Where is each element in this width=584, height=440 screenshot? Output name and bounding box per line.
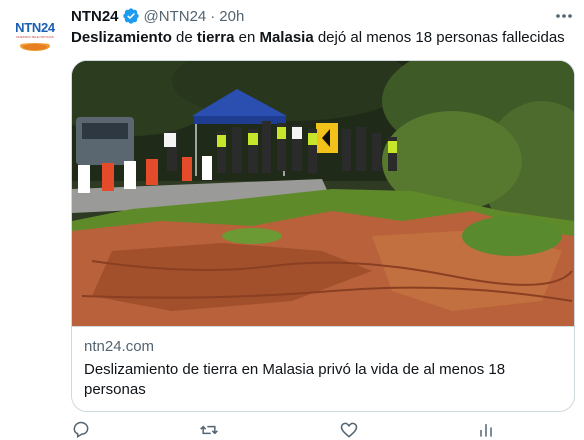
- avatar-tagline: NUESTRA TELE NOTICIAS: [16, 35, 54, 39]
- avatar-logo-text: NTN24: [15, 20, 55, 35]
- tweet-text-segment: dejó al menos 18 personas fallecidas: [313, 29, 565, 46]
- tweet-timestamp[interactable]: 20h: [219, 8, 244, 25]
- more-dots-icon: [556, 14, 572, 18]
- tweet[interactable]: NTN24 NUESTRA TELE NOTICIAS NTN24 @NTN24…: [0, 0, 584, 438]
- tweet-text-segment: de: [171, 29, 197, 46]
- tweet-text-segment: Malasia: [259, 29, 314, 46]
- card-image[interactable]: [72, 61, 574, 327]
- card-domain: ntn24.com: [84, 338, 155, 355]
- tweet-text: Deslizamiento de tierra en Malasia dejó …: [71, 28, 576, 48]
- tweet-text-segment: en: [234, 29, 260, 46]
- link-card[interactable]: ntn24.com Deslizamiento de tierra en Mal…: [71, 60, 575, 412]
- retweet-button[interactable]: [199, 420, 221, 440]
- tweet-text-segment: Deslizamiento: [71, 29, 172, 46]
- views-icon: [480, 424, 492, 437]
- account-name[interactable]: NTN24: [71, 8, 119, 25]
- account-handle[interactable]: @NTN24: [144, 8, 207, 25]
- views-button[interactable]: [476, 420, 498, 440]
- tweet-text-segment: tierra: [196, 29, 235, 46]
- reply-button[interactable]: [71, 420, 93, 440]
- separator-dot: ·: [210, 7, 216, 25]
- avatar[interactable]: NTN24 NUESTRA TELE NOTICIAS: [11, 13, 59, 61]
- tweet-header: NTN24 @NTN24 · 20h: [71, 6, 244, 26]
- verified-badge-icon: [122, 8, 139, 24]
- reply-icon: [73, 421, 89, 438]
- card-title: Deslizamiento de tierra en Malasia privó…: [84, 361, 506, 398]
- action-bar: [71, 420, 511, 440]
- like-icon: [340, 422, 358, 438]
- like-button[interactable]: [339, 420, 361, 440]
- retweet-icon: [200, 425, 218, 435]
- more-options-button[interactable]: [554, 8, 574, 24]
